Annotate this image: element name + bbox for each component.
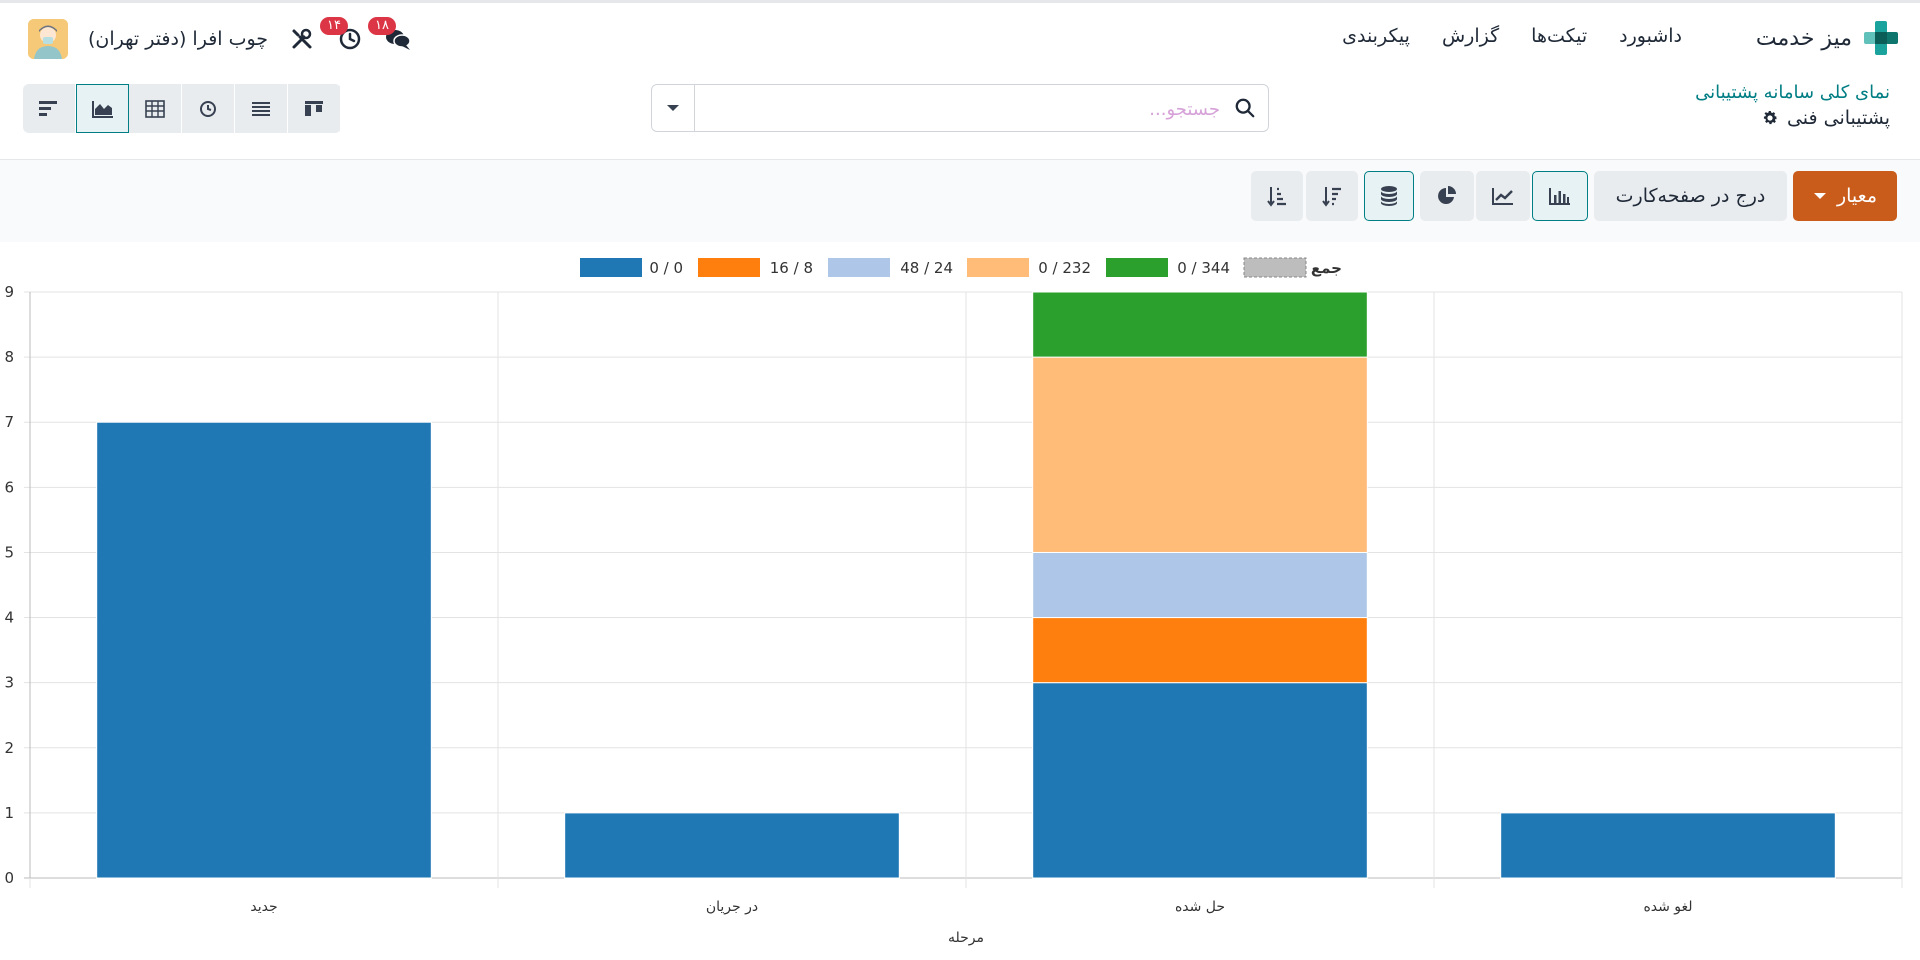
insert-label: درج در صفحه‌کارت [1615, 185, 1766, 207]
legend-item-label: 0 / 344 [1177, 259, 1230, 277]
app-brand[interactable]: میز خدمت [1756, 21, 1898, 55]
bar-segment [96, 421, 432, 879]
menu-item-tickets[interactable]: تیکت‌ها [1531, 25, 1587, 47]
y-tick-label: 9 [4, 283, 14, 301]
caret-down-icon [1813, 193, 1826, 199]
graph-view-button[interactable] [76, 84, 129, 133]
measures-label: معیار [1836, 185, 1878, 207]
stacked-bar-chart: 0 1 2 3 4 5 6 7 8 9 جدید در جریان حل شده لغو شده جمع 0… [4, 257, 1903, 946]
messages-badge: ۱۸ [368, 17, 397, 35]
table-icon [145, 99, 165, 118]
gantt-icon [39, 100, 57, 116]
sort-descending-icon [1322, 187, 1341, 207]
x-tick-label: جدید [250, 899, 277, 915]
list-icon [252, 101, 270, 116]
helpdesk-logo-icon [1864, 21, 1898, 55]
activity-view-button[interactable] [182, 84, 235, 133]
activities-button[interactable]: ۱۴ [320, 17, 364, 53]
x-tick-label: حل شده [1175, 899, 1225, 915]
bar-segment [564, 812, 900, 879]
legend-item-label: 0 / 0 [649, 259, 683, 277]
gear-icon[interactable] [1761, 109, 1779, 127]
top-navbar: میز خدمت داشبورد تیکت‌ها گزارش پیکربندی … [0, 0, 1920, 70]
legend-item-swatch [1106, 258, 1168, 277]
bar-segment [1032, 682, 1368, 879]
menu-item-reporting[interactable]: گزارش [1442, 25, 1499, 47]
user-avatar[interactable] [28, 19, 68, 59]
search-options-toggle[interactable] [652, 85, 695, 131]
sort-ascending-button[interactable] [1251, 171, 1303, 221]
gantt-view-button[interactable] [23, 84, 76, 133]
breadcrumb-current: پشتیبانی فنی [1695, 107, 1890, 129]
clock-icon [200, 100, 216, 117]
insert-in-spreadsheet-button[interactable]: درج در صفحه‌کارت [1594, 171, 1787, 221]
menu-item-configuration[interactable]: پیکربندی [1342, 25, 1410, 47]
pie-chart-icon [1438, 186, 1456, 204]
y-tick-label: 3 [4, 674, 14, 692]
legend-item-swatch [580, 258, 642, 277]
graph-canvas: 0 1 2 3 4 5 6 7 8 9 جدید در جریان حل شده لغو شده جمع 0… [0, 245, 1920, 956]
y-tick-label: 7 [4, 413, 14, 431]
y-tick-label: 0 [4, 869, 14, 887]
sort-ascending-icon [1267, 187, 1286, 207]
x-tick-label: در جریان [706, 899, 758, 915]
breadcrumb: نمای کلی سامانه پشتیبانی پشتیبانی فنی [1695, 82, 1890, 129]
kanban-view-button[interactable] [288, 84, 341, 133]
measures-dropdown-button[interactable]: معیار [1793, 171, 1897, 221]
top-menu: داشبورد تیکت‌ها گزارش پیکربندی [1342, 25, 1682, 47]
menu-item-dashboard[interactable]: داشبورد [1619, 25, 1682, 47]
systray: چوب افرا (دفتر تهران) ۱۴ ۱۸ [28, 17, 412, 59]
bar-chart-icon [1549, 188, 1570, 205]
y-tick-label: 8 [4, 348, 14, 366]
user-avatar-icon [28, 19, 68, 59]
breadcrumb-parent-link[interactable]: نمای کلی سامانه پشتیبانی [1695, 82, 1890, 103]
y-tick-label: 4 [4, 609, 14, 627]
line-chart-button[interactable] [1476, 171, 1530, 221]
area-chart-icon [91, 100, 113, 118]
activities-badge: ۱۴ [320, 17, 349, 35]
x-axis-label: مرحله [948, 930, 984, 946]
list-view-button[interactable] [235, 84, 288, 133]
legend-item-label: 0 / 232 [1038, 259, 1091, 277]
sort-descending-button[interactable] [1306, 171, 1358, 221]
tools-icon [292, 28, 312, 49]
bar-segment [1032, 617, 1368, 684]
search-input[interactable] [698, 85, 1222, 133]
y-tick-label: 1 [4, 804, 14, 822]
y-tick-label: 6 [4, 478, 14, 496]
debug-tools-button[interactable] [288, 25, 316, 53]
legend-item-swatch [967, 258, 1029, 277]
caret-down-icon [667, 105, 679, 111]
bar-segment [1032, 291, 1368, 358]
legend-item-label: 16 / 8 [770, 259, 813, 277]
legend-total-label: جمع [1311, 259, 1342, 277]
bar-chart-button[interactable] [1532, 171, 1588, 221]
y-tick-label: 5 [4, 543, 14, 561]
chart-legend: جمع 0 / 344 0 / 232 48 / 24 16 / 8 0 / 0 [580, 257, 1342, 278]
legend-item-swatch [828, 258, 890, 277]
company-switcher[interactable]: چوب افرا (دفتر تهران) [88, 28, 268, 50]
search-bar [651, 84, 1269, 133]
bar-segment [1032, 356, 1368, 553]
line-chart-icon [1492, 188, 1513, 205]
bar-segment [1500, 812, 1836, 879]
legend-item-swatch [698, 258, 760, 277]
kanban-icon [305, 100, 323, 116]
messaging-button[interactable]: ۱۸ [368, 17, 412, 53]
y-tick-label: 2 [4, 739, 14, 757]
legend-total-swatch [1243, 257, 1307, 278]
pie-chart-button[interactable] [1420, 171, 1474, 221]
legend-item-label: 48 / 24 [900, 259, 953, 277]
stacked-toggle-button[interactable] [1364, 171, 1414, 221]
bar-segment [1032, 551, 1368, 619]
app-name: میز خدمت [1755, 25, 1852, 51]
page-title: پشتیبانی فنی [1786, 107, 1890, 129]
x-tick-label: لغو شده [1643, 899, 1692, 915]
pivot-view-button[interactable] [129, 84, 182, 133]
view-switcher [23, 84, 341, 133]
database-stack-icon [1381, 186, 1397, 206]
search-icon [1235, 98, 1255, 118]
